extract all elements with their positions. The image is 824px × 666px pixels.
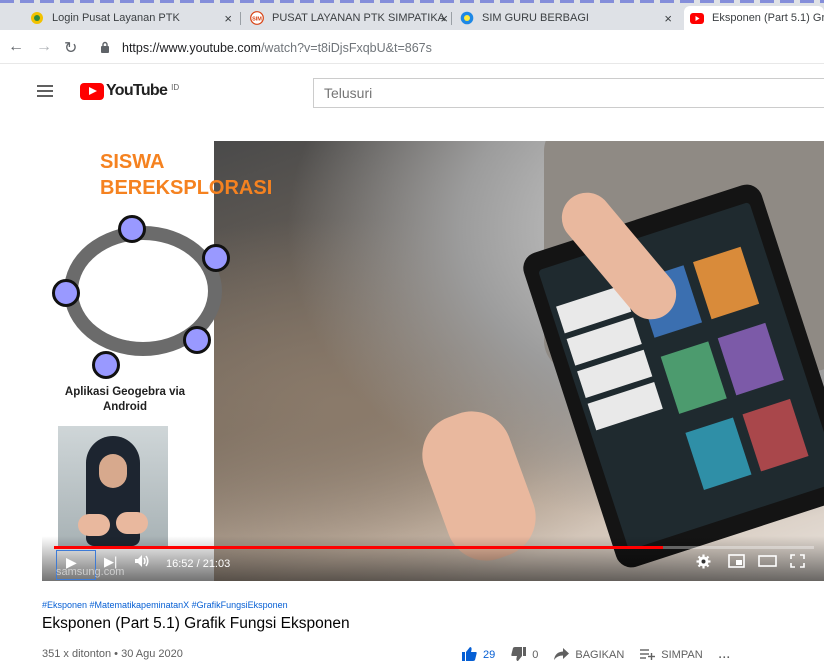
youtube-logo[interactable]: YouTube ID [80, 82, 179, 100]
tab-simpatika[interactable]: SIM PUSAT LAYANAN PTK SIMPATIKA × [250, 6, 450, 30]
youtube-header: YouTube ID Telusuri [0, 64, 824, 120]
video-player[interactable]: SISWA BEREKSPLORASI Aplikasi Geogebra vi… [42, 141, 824, 581]
close-icon[interactable]: × [440, 11, 448, 26]
settings-gear-icon[interactable] [696, 554, 711, 572]
url-field[interactable]: https://www.youtube.com/watch?v=t8iDjsFx… [122, 41, 432, 55]
progress-played [54, 546, 664, 549]
thumbnail-heading-line1: SISWA [100, 151, 165, 173]
kemdikbud-icon [460, 11, 474, 25]
svg-text:SIM: SIM [252, 17, 262, 23]
reload-icon[interactable]: ↻ [64, 38, 77, 58]
thumbnail-heading: SISWA BEREKSPLORASI [100, 149, 272, 201]
more-actions-icon[interactable]: ... [719, 649, 731, 661]
search-input[interactable]: Telusuri [313, 78, 824, 108]
tab-label: Eksponen (Part 5.1) Gra [712, 12, 824, 24]
share-button[interactable]: BAGIKAN [554, 647, 625, 663]
address-bar-row: ← → ↻ https://www.youtube.com/watch?v=t8… [0, 30, 824, 64]
geogebra-point [92, 351, 120, 379]
tab-youtube-active[interactable]: Eksponen (Part 5.1) Gra [684, 6, 824, 30]
fullscreen-icon[interactable] [790, 554, 805, 571]
video-hashtags[interactable]: #Eksponen #MatematikapeminatanX #GrafikF… [42, 600, 288, 610]
geogebra-point [202, 244, 230, 272]
progress-bar[interactable] [54, 546, 814, 549]
miniplayer-icon[interactable] [728, 554, 745, 571]
video-title: Eksponen (Part 5.1) Grafik Fungsi Ekspon… [42, 615, 350, 632]
close-icon[interactable]: × [664, 11, 672, 26]
theater-mode-icon[interactable] [758, 554, 777, 571]
youtube-play-icon [80, 82, 104, 100]
lock-icon[interactable] [100, 41, 110, 53]
url-path: /watch?v=t8iDjsFxqbU&t=867s [260, 41, 432, 55]
youtube-icon [690, 11, 704, 25]
thumbs-up-icon [462, 646, 477, 664]
tab-label: PUSAT LAYANAN PTK SIMPATIKA [272, 12, 445, 24]
video-meta: 351 x ditonton • 30 Agu 2020 [42, 648, 183, 660]
dislike-count: 0 [532, 649, 539, 661]
thumbnail-heading-line2: BEREKSPLORASI [100, 177, 273, 199]
save-button[interactable]: SIMPAN [640, 648, 703, 663]
like-button[interactable]: 29 [462, 646, 496, 664]
country-code: ID [171, 82, 180, 92]
player-controls: ▶ ▶| 16:52 / 21:03 samsung.com [42, 536, 824, 581]
ptk-icon [30, 11, 44, 25]
geogebra-point [183, 326, 211, 354]
tab-sim-guru-berbagi[interactable]: SIM GURU BERBAGI × [460, 6, 678, 30]
tab-label: SIM GURU BERBAGI [482, 12, 589, 24]
playlist-add-icon [640, 648, 656, 663]
geogebra-point [118, 215, 146, 243]
volume-icon[interactable] [134, 554, 150, 571]
video-actions: 29 0 BAGIKAN SIMPAN ... [462, 646, 731, 664]
share-label: BAGIKAN [575, 649, 625, 661]
tab-separator [240, 12, 241, 25]
geogebra-point [52, 279, 80, 307]
dislike-button[interactable]: 0 [511, 646, 539, 664]
save-label: SIMPAN [661, 649, 703, 661]
forward-arrow-icon[interactable]: → [36, 38, 52, 56]
tab-login-ptk[interactable]: Login Pusat Layanan PTK × [30, 6, 238, 30]
simpatika-icon: SIM [250, 11, 264, 25]
tab-separator [451, 12, 452, 25]
like-count: 29 [483, 649, 496, 661]
thumbnail-caption: Aplikasi Geogebra via Android [64, 386, 186, 413]
youtube-wordmark: YouTube [106, 82, 168, 99]
presenter-inset [58, 426, 168, 546]
tab-label: Login Pusat Layanan PTK [52, 12, 180, 24]
close-icon[interactable]: × [224, 11, 232, 26]
thumbs-down-icon [511, 646, 527, 664]
watermark: samsung.com [56, 566, 125, 578]
url-host: https://www.youtube.com [122, 41, 261, 55]
thumbnail-overlay: SISWA BEREKSPLORASI Aplikasi Geogebra vi… [42, 141, 272, 581]
tab-bar: Login Pusat Layanan PTK × SIM PUSAT LAYA… [0, 6, 824, 30]
share-arrow-icon [554, 647, 570, 663]
time-display: 16:52 / 21:03 [166, 558, 231, 570]
back-arrow-icon[interactable]: ← [8, 38, 24, 56]
menu-icon[interactable] [37, 85, 53, 97]
video-frame-photo [214, 141, 824, 581]
